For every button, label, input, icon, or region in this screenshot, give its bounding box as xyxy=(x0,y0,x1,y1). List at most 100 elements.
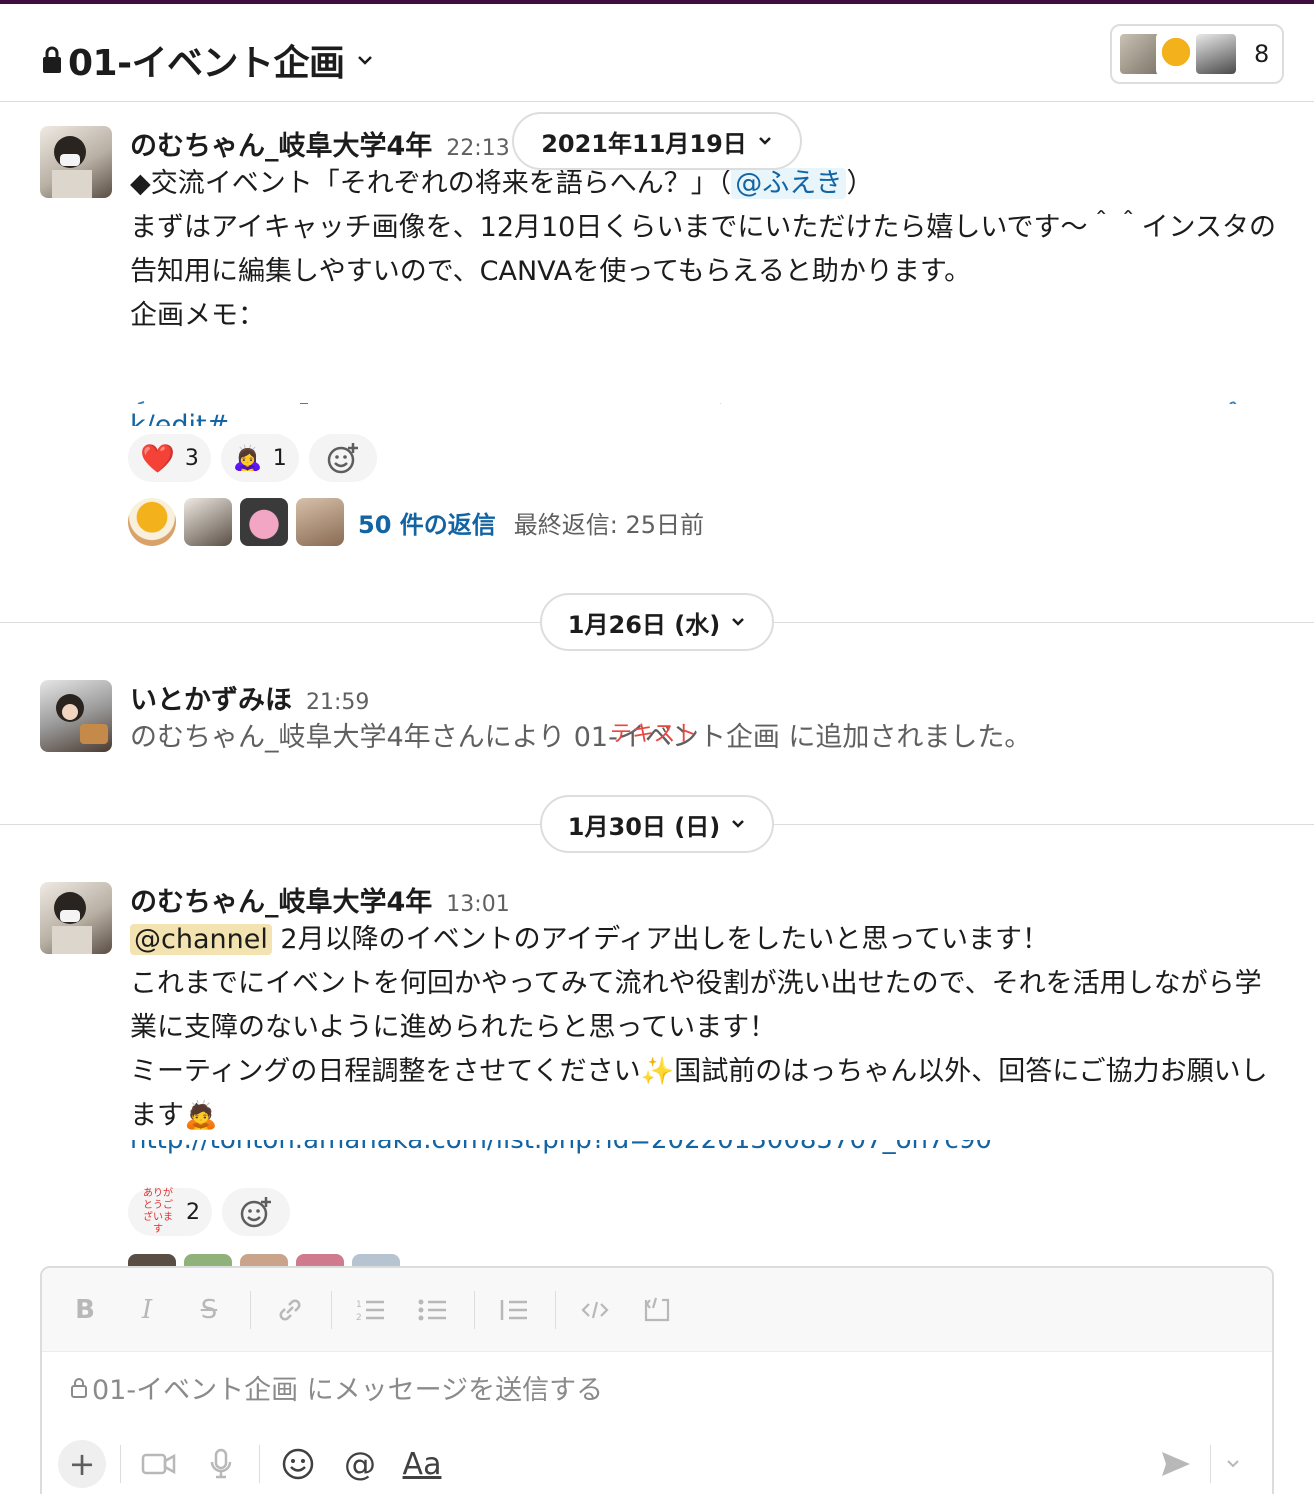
bold-icon[interactable]: B xyxy=(64,1289,106,1331)
link-text[interactable]: http://tonton.amanaka.com/list.php?id=20… xyxy=(130,1140,992,1155)
reaction-thanks[interactable]: ありがとうございます 2 xyxy=(128,1188,212,1236)
toolbar-separator xyxy=(555,1290,556,1329)
avatar-photo xyxy=(52,892,92,954)
video-icon[interactable] xyxy=(135,1440,183,1488)
date-jump-button[interactable]: 1月26日 (水) xyxy=(540,593,774,651)
channel-header: 01-イベント企画 8 xyxy=(0,4,1314,102)
date-label: 2021年11月19日 xyxy=(541,129,747,158)
survey-link[interactable]: http://tonton.amanaka.com/list.php?id=20… xyxy=(130,1140,1280,1166)
date-label: 1月30日 (日) xyxy=(567,812,721,841)
toolbar-separator xyxy=(331,1290,332,1329)
send-icon[interactable] xyxy=(1156,1444,1196,1484)
formatting-toggle-button[interactable]: Aa xyxy=(398,1440,446,1488)
reaction-count: 2 xyxy=(186,1199,200,1225)
italic-icon[interactable]: I xyxy=(126,1289,168,1331)
add-reaction-button[interactable] xyxy=(308,434,377,482)
bowing-person-icon: 🙇 xyxy=(184,1100,218,1131)
reaction-bow[interactable]: 🙇‍♀️ 1 xyxy=(220,434,299,482)
link-tail[interactable]: k/edit# xyxy=(130,410,229,426)
plus-icon[interactable]: + xyxy=(58,1440,106,1488)
date-jump-button[interactable]: 2021年11月19日 xyxy=(512,112,802,170)
composer-actions: + @ Aa xyxy=(58,1438,460,1490)
avatar-photo xyxy=(52,136,92,198)
link-icon[interactable] xyxy=(269,1289,311,1331)
text-line: 企画メモ： xyxy=(130,300,265,331)
toolbar-separator xyxy=(474,1290,475,1329)
lock-icon xyxy=(43,46,61,73)
member-avatar xyxy=(1194,32,1238,76)
blockquote-icon[interactable] xyxy=(493,1289,535,1331)
text-line: まずはアイキャッチ画像を、12月10日くらいまでにいただけたら嬉しいです〜＾＾イ… xyxy=(130,212,1277,287)
message-text: @channel 2月以降のイベントのアイディア出しをしたいと思っています！ こ… xyxy=(130,918,1280,1138)
thread-summary-partial[interactable] xyxy=(128,1254,408,1266)
message-3: のむちゃん_岐阜大学4年 13:01 @channel 2月以降のイベントのアイ… xyxy=(0,880,1314,1266)
text-segment: ） xyxy=(846,168,874,199)
sender-name[interactable]: いとかずみほ xyxy=(130,678,292,717)
avatar[interactable] xyxy=(40,680,112,752)
chevron-down-icon xyxy=(758,137,771,145)
message-composer: B I S 12 01-イベント企画 にメッセージを送信する + @ Aa xyxy=(40,1266,1274,1494)
reaction-count: 1 xyxy=(272,445,287,471)
svg-text:2: 2 xyxy=(356,1313,362,1323)
schedule-dropdown-icon[interactable] xyxy=(1225,1455,1241,1474)
add-emoji-icon xyxy=(327,443,358,474)
add-emoji-icon xyxy=(240,1197,271,1228)
thread-avatar xyxy=(296,498,344,546)
emoji-icon[interactable] xyxy=(274,1440,322,1488)
text-line: これまでにイベントを何回かやってみて流れや役割が洗い出せたので、それを活用しなが… xyxy=(130,968,1262,1043)
member-count: 8 xyxy=(1254,40,1270,68)
ordered-list-icon[interactable]: 12 xyxy=(350,1289,392,1331)
user-mention[interactable]: @ふえき xyxy=(731,168,847,199)
svg-text:1: 1 xyxy=(356,1300,362,1310)
toolbar-separator xyxy=(1210,1445,1211,1483)
chevron-down-icon xyxy=(357,56,372,65)
channel-name: 01-イベント企画 xyxy=(68,43,345,84)
heart-icon: ❤️ xyxy=(140,441,175,475)
bulleted-list-icon[interactable] xyxy=(412,1289,454,1331)
toolbar-separator xyxy=(259,1445,260,1483)
toolbar-separator xyxy=(120,1445,121,1483)
timestamp[interactable]: 22:13 xyxy=(446,136,509,161)
microphone-icon[interactable] xyxy=(197,1440,245,1488)
chevron-down-icon xyxy=(732,820,745,828)
lock-icon xyxy=(71,1377,87,1398)
sender-name[interactable]: のむちゃん_岐阜大学4年 xyxy=(130,124,432,163)
avatar[interactable] xyxy=(40,126,112,198)
formatting-toolbar: B I S 12 xyxy=(42,1268,1272,1352)
member-list-button[interactable]: 8 xyxy=(1110,24,1284,84)
thread-summary[interactable]: 50 件の返信 最終返信: 25日前 xyxy=(128,498,704,546)
thread-last-reply: 最終返信: 25日前 xyxy=(513,510,705,539)
avatar-photo xyxy=(56,694,108,744)
date-label: 1月26日 (水) xyxy=(567,610,721,639)
thread-avatar xyxy=(240,498,288,546)
chevron-down-icon xyxy=(732,618,745,626)
strikethrough-icon[interactable]: S xyxy=(188,1289,230,1331)
message-input[interactable]: 01-イベント企画 にメッセージを送信する xyxy=(70,1368,603,1407)
thread-avatar xyxy=(184,498,232,546)
timestamp[interactable]: 13:01 xyxy=(446,892,509,917)
sender-name[interactable]: のむちゃん_岐阜大学4年 xyxy=(130,880,432,919)
thread-replies-link[interactable]: 50 件の返信 xyxy=(358,505,496,540)
date-jump-button[interactable]: 1月30日 (日) xyxy=(540,795,774,853)
sparkles-icon: ✨ xyxy=(640,1056,675,1087)
message-text: ◆交流イベント「それぞれの将来を語らへん？」（ @ふえき） まずはアイキャッチ画像… xyxy=(130,162,1280,338)
thread-avatar xyxy=(352,1254,400,1266)
text-segment: ◆交流イベント「それぞれの将来を語らへん？」（ xyxy=(130,168,732,199)
channel-mention[interactable]: @channel xyxy=(130,924,272,955)
send-controls xyxy=(1156,1444,1241,1484)
avatar[interactable] xyxy=(40,882,112,954)
reaction-count: 3 xyxy=(184,445,199,471)
system-message: のむちゃん_岐阜大学4年さんにより 01-イベント企画 に追加されました。 xyxy=(130,722,1032,753)
reaction-heart[interactable]: ❤️ 3 xyxy=(128,434,211,482)
doc-link[interactable]: k/edit# xyxy=(130,382,1280,426)
thread-avatar xyxy=(184,1254,232,1266)
add-reaction-button[interactable] xyxy=(222,1188,290,1236)
bowing-person-icon: 🙇‍♀️ xyxy=(232,444,263,472)
code-block-icon[interactable] xyxy=(636,1289,678,1331)
annotation-overlay: テキスト xyxy=(610,722,698,747)
code-icon[interactable] xyxy=(574,1289,616,1331)
timestamp[interactable]: 21:59 xyxy=(306,690,369,715)
channel-title-button[interactable]: 01-イベント企画 xyxy=(40,34,375,86)
mention-icon[interactable]: @ xyxy=(336,1440,384,1488)
thread-avatar xyxy=(240,1254,288,1266)
